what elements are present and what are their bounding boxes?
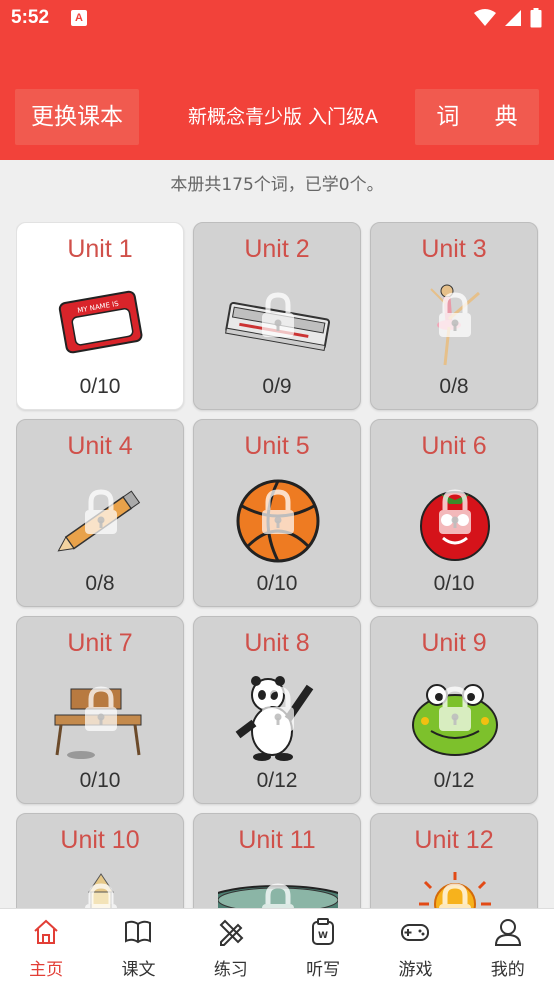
nav-label: 我的	[490, 960, 525, 980]
unit-progress: 0/10	[256, 572, 298, 595]
nav-item[interactable]: 游戏	[369, 909, 461, 984]
unit-card[interactable]: Unit 9 0/12	[370, 616, 538, 804]
unit-card[interactable]: Unit 7 0/10	[16, 616, 184, 804]
unit-card[interactable]: Unit 12	[370, 813, 538, 908]
unit-progress: 0/12	[256, 769, 298, 792]
bottom-nav: 主页 课文 练习 W 听写 游戏 我的	[0, 908, 554, 984]
signal-icon	[505, 10, 521, 26]
wifi-icon	[474, 9, 496, 26]
unit-card[interactable]: Unit 2 0/9	[193, 222, 361, 410]
unit-title: Unit 2	[244, 235, 310, 263]
unit-title: Unit 1	[67, 235, 133, 263]
unit-progress: 0/8	[85, 572, 115, 595]
change-book-button[interactable]: 更换课本	[15, 89, 139, 145]
battery-icon	[530, 8, 542, 28]
nav-label: 练习	[213, 960, 248, 980]
svg-text:W: W	[318, 931, 328, 941]
nav-item[interactable]: 课文	[92, 909, 184, 984]
nav-label: 主页	[29, 960, 64, 980]
status-icons	[474, 8, 542, 28]
lock-icon	[81, 882, 121, 908]
unit-card[interactable]: Unit 4 0/8	[16, 419, 184, 607]
nav-label: 课文	[121, 960, 156, 980]
unit-title: Unit 12	[414, 826, 494, 854]
unit-card[interactable]: Unit 10	[16, 813, 184, 908]
lock-icon	[81, 488, 121, 536]
unit-grid: Unit 1 MY NAME IS 0/10 Unit 2 0/9 Unit 3 0/8 Un…	[16, 222, 539, 908]
app-header: 5:52 A 更换课本 新概念青少版 入门级A 词 典	[0, 0, 554, 160]
status-time: 5:52	[11, 7, 50, 28]
nav-item[interactable]: 主页	[0, 909, 92, 984]
app-notification-icon: A	[71, 10, 87, 26]
unit-progress: 0/10	[433, 572, 475, 595]
unit-card[interactable]: Unit 3 0/8	[370, 222, 538, 410]
nav-item[interactable]: 练习	[185, 909, 277, 984]
unit-progress: 0/10	[79, 375, 121, 398]
unit-card[interactable]: Unit 11	[193, 813, 361, 908]
lock-icon	[258, 488, 298, 536]
unit-progress: 0/8	[439, 375, 469, 398]
unit-title: Unit 7	[67, 629, 133, 657]
lock-icon	[435, 291, 475, 339]
status-bar: 5:52 A	[0, 0, 554, 36]
name-tag-icon: MY NAME IS	[41, 279, 161, 369]
lock-icon	[81, 685, 121, 733]
unit-progress: 0/9	[262, 375, 292, 398]
unit-card[interactable]: Unit 6 0/10	[370, 419, 538, 607]
unit-card[interactable]: Unit 8 0/12	[193, 616, 361, 804]
lock-icon	[435, 685, 475, 733]
unit-title: Unit 10	[60, 826, 140, 854]
lock-icon	[435, 488, 475, 536]
unit-progress: 0/12	[433, 769, 475, 792]
nav-item[interactable]: W 听写	[277, 909, 369, 984]
nav-item[interactable]: 我的	[462, 909, 554, 984]
unit-title: Unit 11	[238, 826, 316, 854]
dictionary-button[interactable]: 词 典	[415, 89, 539, 145]
lock-icon	[258, 291, 298, 339]
unit-title: Unit 8	[244, 629, 310, 657]
lock-icon	[435, 882, 475, 908]
nav-label: 听写	[306, 960, 341, 980]
unit-title: Unit 4	[67, 432, 133, 460]
unit-title: Unit 6	[421, 432, 487, 460]
unit-title: Unit 5	[244, 432, 310, 460]
unit-card[interactable]: Unit 1 MY NAME IS 0/10	[16, 222, 184, 410]
unit-title: Unit 9	[421, 629, 487, 657]
unit-progress: 0/10	[79, 769, 121, 792]
book-title: 新概念青少版 入门级A	[187, 106, 379, 128]
unit-title: Unit 3	[421, 235, 487, 263]
unit-card[interactable]: Unit 5 0/10	[193, 419, 361, 607]
word-count-summary: 本册共175个词，已学0个。	[170, 175, 384, 195]
lock-icon	[258, 685, 298, 733]
lock-icon	[258, 882, 298, 908]
nav-label: 游戏	[398, 960, 433, 980]
